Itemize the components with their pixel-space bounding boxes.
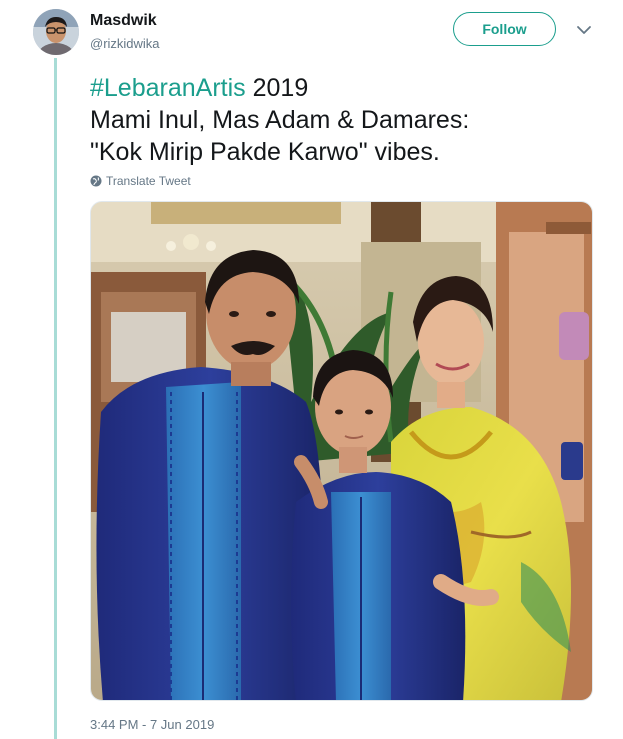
translate-tweet-label: Translate Tweet <box>106 174 191 188</box>
family-photo-image <box>91 202 592 700</box>
display-name[interactable]: Masdwik <box>90 12 157 30</box>
tweet-text-line-2: Mami Inul, Mas Adam & Damares: <box>90 106 470 134</box>
hashtag-link[interactable]: #LebaranArtis <box>90 74 246 102</box>
avatar[interactable] <box>33 9 79 55</box>
thread-line <box>54 58 57 739</box>
globe-icon <box>90 175 102 187</box>
tweet-text: #LebaranArtis 2019 Mami Inul, Mas Adam &… <box>90 72 590 168</box>
tweet-card: Masdwik @rizkidwika Follow #LebaranArtis… <box>0 0 623 739</box>
tweet-text-line-3: "Kok Mirip Pakde Karwo" vibes. <box>90 138 440 166</box>
tweet-timestamp[interactable]: 3:44 PM - 7 Jun 2019 <box>90 717 214 732</box>
user-handle[interactable]: @rizkidwika <box>90 36 160 51</box>
follow-button[interactable]: Follow <box>453 12 556 46</box>
tweet-text-year: 2019 <box>245 74 309 102</box>
tweet-photo[interactable] <box>90 201 593 701</box>
avatar-image <box>33 9 79 55</box>
translate-tweet-link[interactable]: Translate Tweet <box>90 174 191 188</box>
chevron-down-icon[interactable] <box>574 22 594 38</box>
